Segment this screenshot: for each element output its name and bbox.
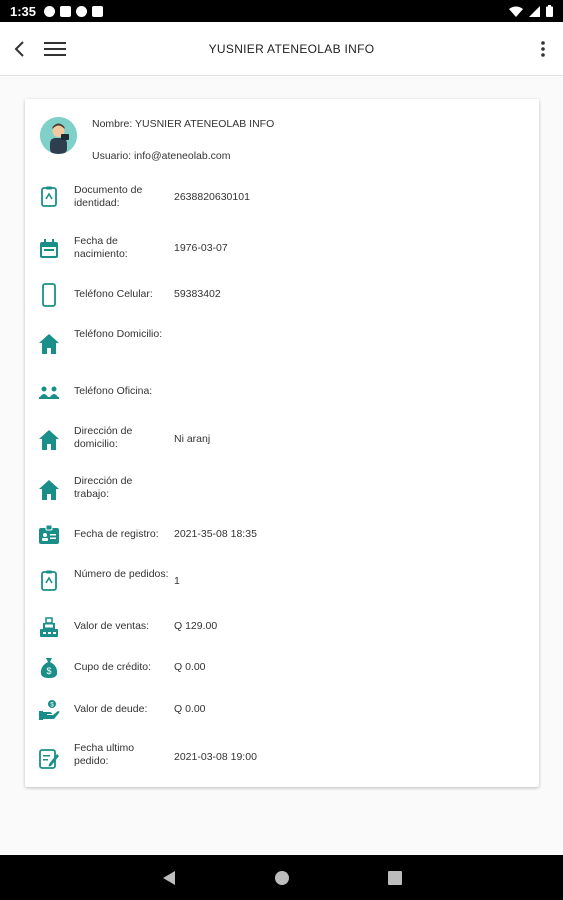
wifi-icon bbox=[509, 6, 523, 17]
status-bar: 1:35 bbox=[0, 0, 563, 22]
edit-note-icon bbox=[39, 749, 59, 769]
hamburger-icon bbox=[44, 41, 66, 56]
field-row-deuda: $ Valor de deude: Q 0.00 bbox=[37, 698, 527, 722]
field-label: Dirección de domicilio: bbox=[74, 425, 133, 450]
office-people-icon bbox=[39, 386, 59, 399]
notification-icon bbox=[76, 5, 88, 17]
nav-back-icon[interactable] bbox=[162, 870, 176, 886]
field-row-tel-oficina: Teléfono Oficina: bbox=[37, 380, 527, 404]
notification-icons bbox=[44, 5, 104, 17]
field-value: 2638820630101 bbox=[174, 191, 250, 203]
system-icons bbox=[509, 5, 553, 17]
field-row-ventas: Valor de ventas: Q 129.00 bbox=[37, 615, 527, 639]
field-row-dir-trabajo: Dirección de trabajo: bbox=[37, 475, 527, 505]
system-nav-bar bbox=[0, 855, 563, 900]
field-row-documento: Documento de identidad: 2638820630101 bbox=[37, 182, 527, 212]
notification-icon bbox=[92, 5, 104, 17]
field-label: Fecha de registro: bbox=[74, 528, 159, 540]
more-options-button[interactable] bbox=[523, 22, 563, 76]
field-label: Teléfono Domicilio: bbox=[74, 328, 163, 340]
field-value: 2021-03-08 19:00 bbox=[174, 751, 257, 763]
field-label: Fecha ultimo pedido: bbox=[74, 742, 135, 767]
field-value: Q 0.00 bbox=[174, 661, 206, 673]
field-value: 1 bbox=[174, 575, 180, 587]
chevron-left-icon bbox=[14, 40, 24, 57]
battery-icon bbox=[546, 5, 553, 17]
field-label: Cupo de crédito: bbox=[74, 661, 152, 673]
field-value: 2021-35-08 18:35 bbox=[174, 528, 257, 540]
calendar-icon bbox=[40, 239, 58, 258]
user-name: Nombre: YUSNIER ATENEOLAB INFO bbox=[92, 118, 275, 130]
signal-icon bbox=[529, 5, 540, 17]
field-row-pedidos: Número de pedidos: 1 bbox=[37, 566, 527, 596]
home-icon bbox=[39, 430, 59, 450]
field-label: Teléfono Celular: bbox=[74, 288, 153, 300]
back-button[interactable] bbox=[0, 22, 40, 76]
field-row-ultimo-pedido: Fecha ultimo pedido: 2021-03-08 19:00 bbox=[37, 742, 527, 774]
home-icon bbox=[39, 480, 59, 500]
user-avatar-icon bbox=[40, 117, 77, 154]
id-document-icon bbox=[41, 186, 57, 207]
user-info-card: Nombre: YUSNIER ATENEOLAB INFO Usuario: … bbox=[25, 99, 539, 787]
id-card-icon bbox=[39, 524, 59, 544]
field-value: Q 0.00 bbox=[174, 703, 206, 715]
field-label: Valor de deude: bbox=[74, 703, 148, 715]
field-row-celular: Teléfono Celular: 59383402 bbox=[37, 283, 527, 307]
nav-home-icon[interactable] bbox=[274, 870, 290, 886]
menu-button[interactable] bbox=[40, 22, 70, 76]
avatar bbox=[40, 117, 77, 154]
app-bar: YUSNIER ATENEOLAB INFO bbox=[0, 22, 563, 76]
home-icon bbox=[39, 334, 59, 354]
field-row-credito: $ Cupo de crédito: Q 0.00 bbox=[37, 656, 527, 680]
nav-recents-icon[interactable] bbox=[387, 870, 402, 885]
notification-icon bbox=[60, 5, 72, 17]
id-document-icon bbox=[41, 570, 57, 591]
svg-text:$: $ bbox=[46, 666, 51, 676]
field-label: Teléfono Oficina: bbox=[74, 385, 153, 397]
field-label: Fecha de nacimiento: bbox=[74, 235, 128, 260]
field-label: Documento de identidad: bbox=[74, 184, 143, 209]
field-value: Q 129.00 bbox=[174, 620, 218, 632]
field-value: 59383402 bbox=[174, 288, 221, 300]
field-row-dir-domicilio: Dirección de domicilio: Ni aranj bbox=[37, 425, 527, 455]
field-label: Valor de ventas: bbox=[74, 620, 150, 632]
field-row-nacimiento: Fecha de nacimiento: 1976-03-07 bbox=[37, 234, 527, 264]
field-value: Ni aranj bbox=[174, 433, 211, 445]
more-vert-icon bbox=[541, 40, 545, 57]
page-title: YUSNIER ATENEOLAB INFO bbox=[208, 41, 375, 56]
field-label: Número de pedidos: bbox=[74, 568, 169, 580]
cash-register-icon bbox=[40, 617, 58, 637]
status-time: 1:35 bbox=[10, 3, 37, 19]
smartphone-icon bbox=[42, 283, 56, 307]
field-label: Dirección de trabajo: bbox=[74, 475, 133, 500]
user-header: Nombre: YUSNIER ATENEOLAB INFO Usuario: … bbox=[40, 117, 520, 177]
field-row-tel-domicilio: Teléfono Domicilio: bbox=[37, 328, 527, 360]
notification-icon bbox=[44, 5, 56, 17]
field-value: 1976-03-07 bbox=[174, 242, 228, 254]
user-email: Usuario: info@ateneolab.com bbox=[92, 150, 231, 162]
field-row-registro: Fecha de registro: 2021-35-08 18:35 bbox=[37, 523, 527, 547]
hand-money-icon: $ bbox=[39, 700, 60, 720]
money-bag-icon: $ bbox=[40, 658, 58, 678]
